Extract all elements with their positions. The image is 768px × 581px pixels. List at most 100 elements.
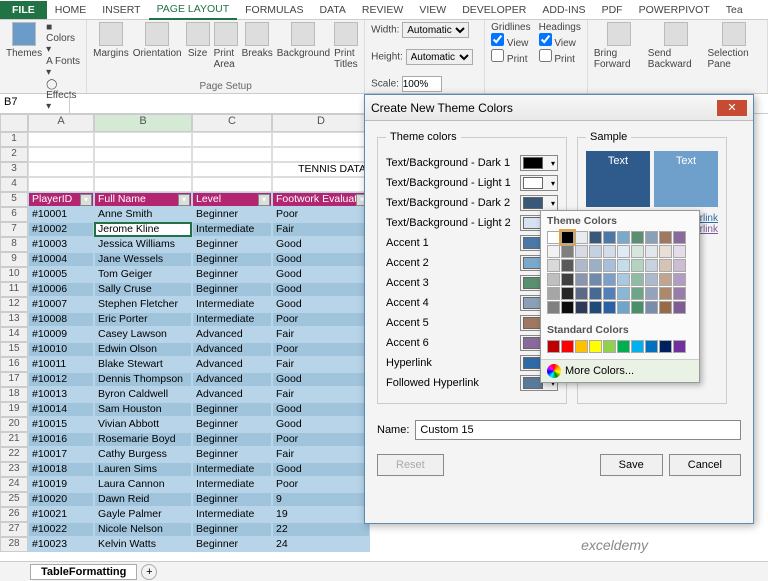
color-swatch[interactable] <box>603 287 616 300</box>
cell[interactable]: Good <box>272 237 370 252</box>
cell[interactable]: Cathy Burgess <box>94 447 192 462</box>
cell[interactable]: Sally Cruse <box>94 282 192 297</box>
sheet-tab[interactable]: TableFormatting <box>30 564 137 580</box>
cell[interactable] <box>94 177 192 192</box>
width-select[interactable]: Automatic <box>402 22 469 38</box>
cell[interactable]: Good <box>272 417 370 432</box>
cell[interactable]: Fair <box>272 387 370 402</box>
color-swatch[interactable] <box>673 340 686 353</box>
colors-button[interactable]: ■ Colors ▾ <box>46 22 80 55</box>
row-header[interactable]: 9 <box>0 252 28 267</box>
cell[interactable]: 9 <box>272 492 370 507</box>
cell[interactable]: Fair <box>272 222 370 237</box>
cell[interactable]: #10001 <box>28 207 94 222</box>
cell[interactable]: Poor <box>272 477 370 492</box>
row-header[interactable]: 27 <box>0 522 28 537</box>
cell[interactable]: Casey Lawson <box>94 327 192 342</box>
cell[interactable]: Anne Smith <box>94 207 192 222</box>
color-swatch[interactable] <box>589 287 602 300</box>
cell[interactable] <box>94 162 192 177</box>
row-header[interactable]: 22 <box>0 447 28 462</box>
cell[interactable]: #10012 <box>28 372 94 387</box>
cell[interactable]: Good <box>272 462 370 477</box>
row-header[interactable]: 18 <box>0 387 28 402</box>
color-swatch[interactable] <box>603 231 616 244</box>
color-dropdown[interactable]: ▾ <box>520 155 558 171</box>
cell[interactable]: #10010 <box>28 342 94 357</box>
color-swatch[interactable] <box>645 301 658 314</box>
row-header[interactable]: 12 <box>0 297 28 312</box>
cancel-button[interactable]: Cancel <box>669 454 741 476</box>
cell[interactable]: 19 <box>272 507 370 522</box>
color-swatch[interactable] <box>673 287 686 300</box>
color-swatch[interactable] <box>617 287 630 300</box>
themes-button[interactable]: Themes <box>6 22 42 59</box>
row-header[interactable]: 2 <box>0 147 28 162</box>
cell[interactable] <box>192 147 272 162</box>
cell[interactable]: Good <box>272 372 370 387</box>
color-swatch[interactable] <box>561 287 574 300</box>
cell[interactable]: #10009 <box>28 327 94 342</box>
row-header[interactable]: 28 <box>0 537 28 552</box>
color-swatch[interactable] <box>561 340 574 353</box>
cell[interactable] <box>272 147 370 162</box>
filter-dropdown-icon[interactable]: ▾ <box>80 194 92 206</box>
color-swatch[interactable] <box>631 245 644 258</box>
cell[interactable]: Good <box>272 297 370 312</box>
cell[interactable]: Intermediate <box>192 507 272 522</box>
cell[interactable]: #10018 <box>28 462 94 477</box>
row-header[interactable]: 3 <box>0 162 28 177</box>
color-swatch[interactable] <box>603 259 616 272</box>
color-swatch[interactable] <box>575 340 588 353</box>
color-swatch[interactable] <box>547 259 560 272</box>
cell[interactable]: Beginner <box>192 237 272 252</box>
row-header[interactable]: 19 <box>0 402 28 417</box>
col-header-c[interactable]: C <box>192 114 272 132</box>
row-header[interactable]: 8 <box>0 237 28 252</box>
color-swatch[interactable] <box>631 301 644 314</box>
tab-pdf[interactable]: PDF <box>594 1 631 19</box>
table-header[interactable]: Footwork Evaluation▾ <box>272 192 370 207</box>
color-swatch[interactable] <box>659 340 672 353</box>
cell[interactable]: Jane Wessels <box>94 252 192 267</box>
cell[interactable]: Tom Geiger <box>94 267 192 282</box>
cell[interactable]: Kelvin Watts <box>94 537 192 552</box>
cell[interactable]: Dennis Thompson <box>94 372 192 387</box>
row-header[interactable]: 20 <box>0 417 28 432</box>
color-swatch[interactable] <box>645 287 658 300</box>
cell[interactable]: Intermediate <box>192 462 272 477</box>
cell[interactable]: Good <box>272 402 370 417</box>
margins-button[interactable]: Margins <box>93 22 129 59</box>
color-swatch[interactable] <box>603 301 616 314</box>
cell[interactable]: Beginner <box>192 447 272 462</box>
cell[interactable]: Advanced <box>192 357 272 372</box>
cell[interactable] <box>28 132 94 147</box>
cell[interactable]: 24 <box>272 537 370 552</box>
cell[interactable] <box>28 177 94 192</box>
close-icon[interactable]: ✕ <box>717 100 747 116</box>
cell[interactable]: Beginner <box>192 252 272 267</box>
scale-input[interactable] <box>402 76 442 92</box>
cell[interactable] <box>272 132 370 147</box>
color-swatch[interactable] <box>659 273 672 286</box>
row-header[interactable]: 15 <box>0 342 28 357</box>
color-swatch[interactable] <box>575 287 588 300</box>
tab-view[interactable]: VIEW <box>411 1 454 19</box>
color-swatch[interactable] <box>561 245 574 258</box>
cell[interactable]: Poor <box>272 432 370 447</box>
cell[interactable]: Intermediate <box>192 477 272 492</box>
cell[interactable]: Poor <box>272 207 370 222</box>
row-header[interactable]: 1 <box>0 132 28 147</box>
color-swatch[interactable] <box>645 245 658 258</box>
cell[interactable]: #10023 <box>28 537 94 552</box>
height-select[interactable]: Automatic <box>406 49 473 65</box>
cell[interactable]: Good <box>272 267 370 282</box>
color-swatch[interactable] <box>547 273 560 286</box>
bring-forward-button[interactable]: Bring Forward <box>594 22 644 70</box>
color-swatch[interactable] <box>631 231 644 244</box>
row-header[interactable]: 5 <box>0 192 28 207</box>
tab-insert[interactable]: INSERT <box>94 1 148 19</box>
row-header[interactable]: 6 <box>0 207 28 222</box>
breaks-button[interactable]: Breaks <box>242 22 273 59</box>
row-header[interactable]: 14 <box>0 327 28 342</box>
